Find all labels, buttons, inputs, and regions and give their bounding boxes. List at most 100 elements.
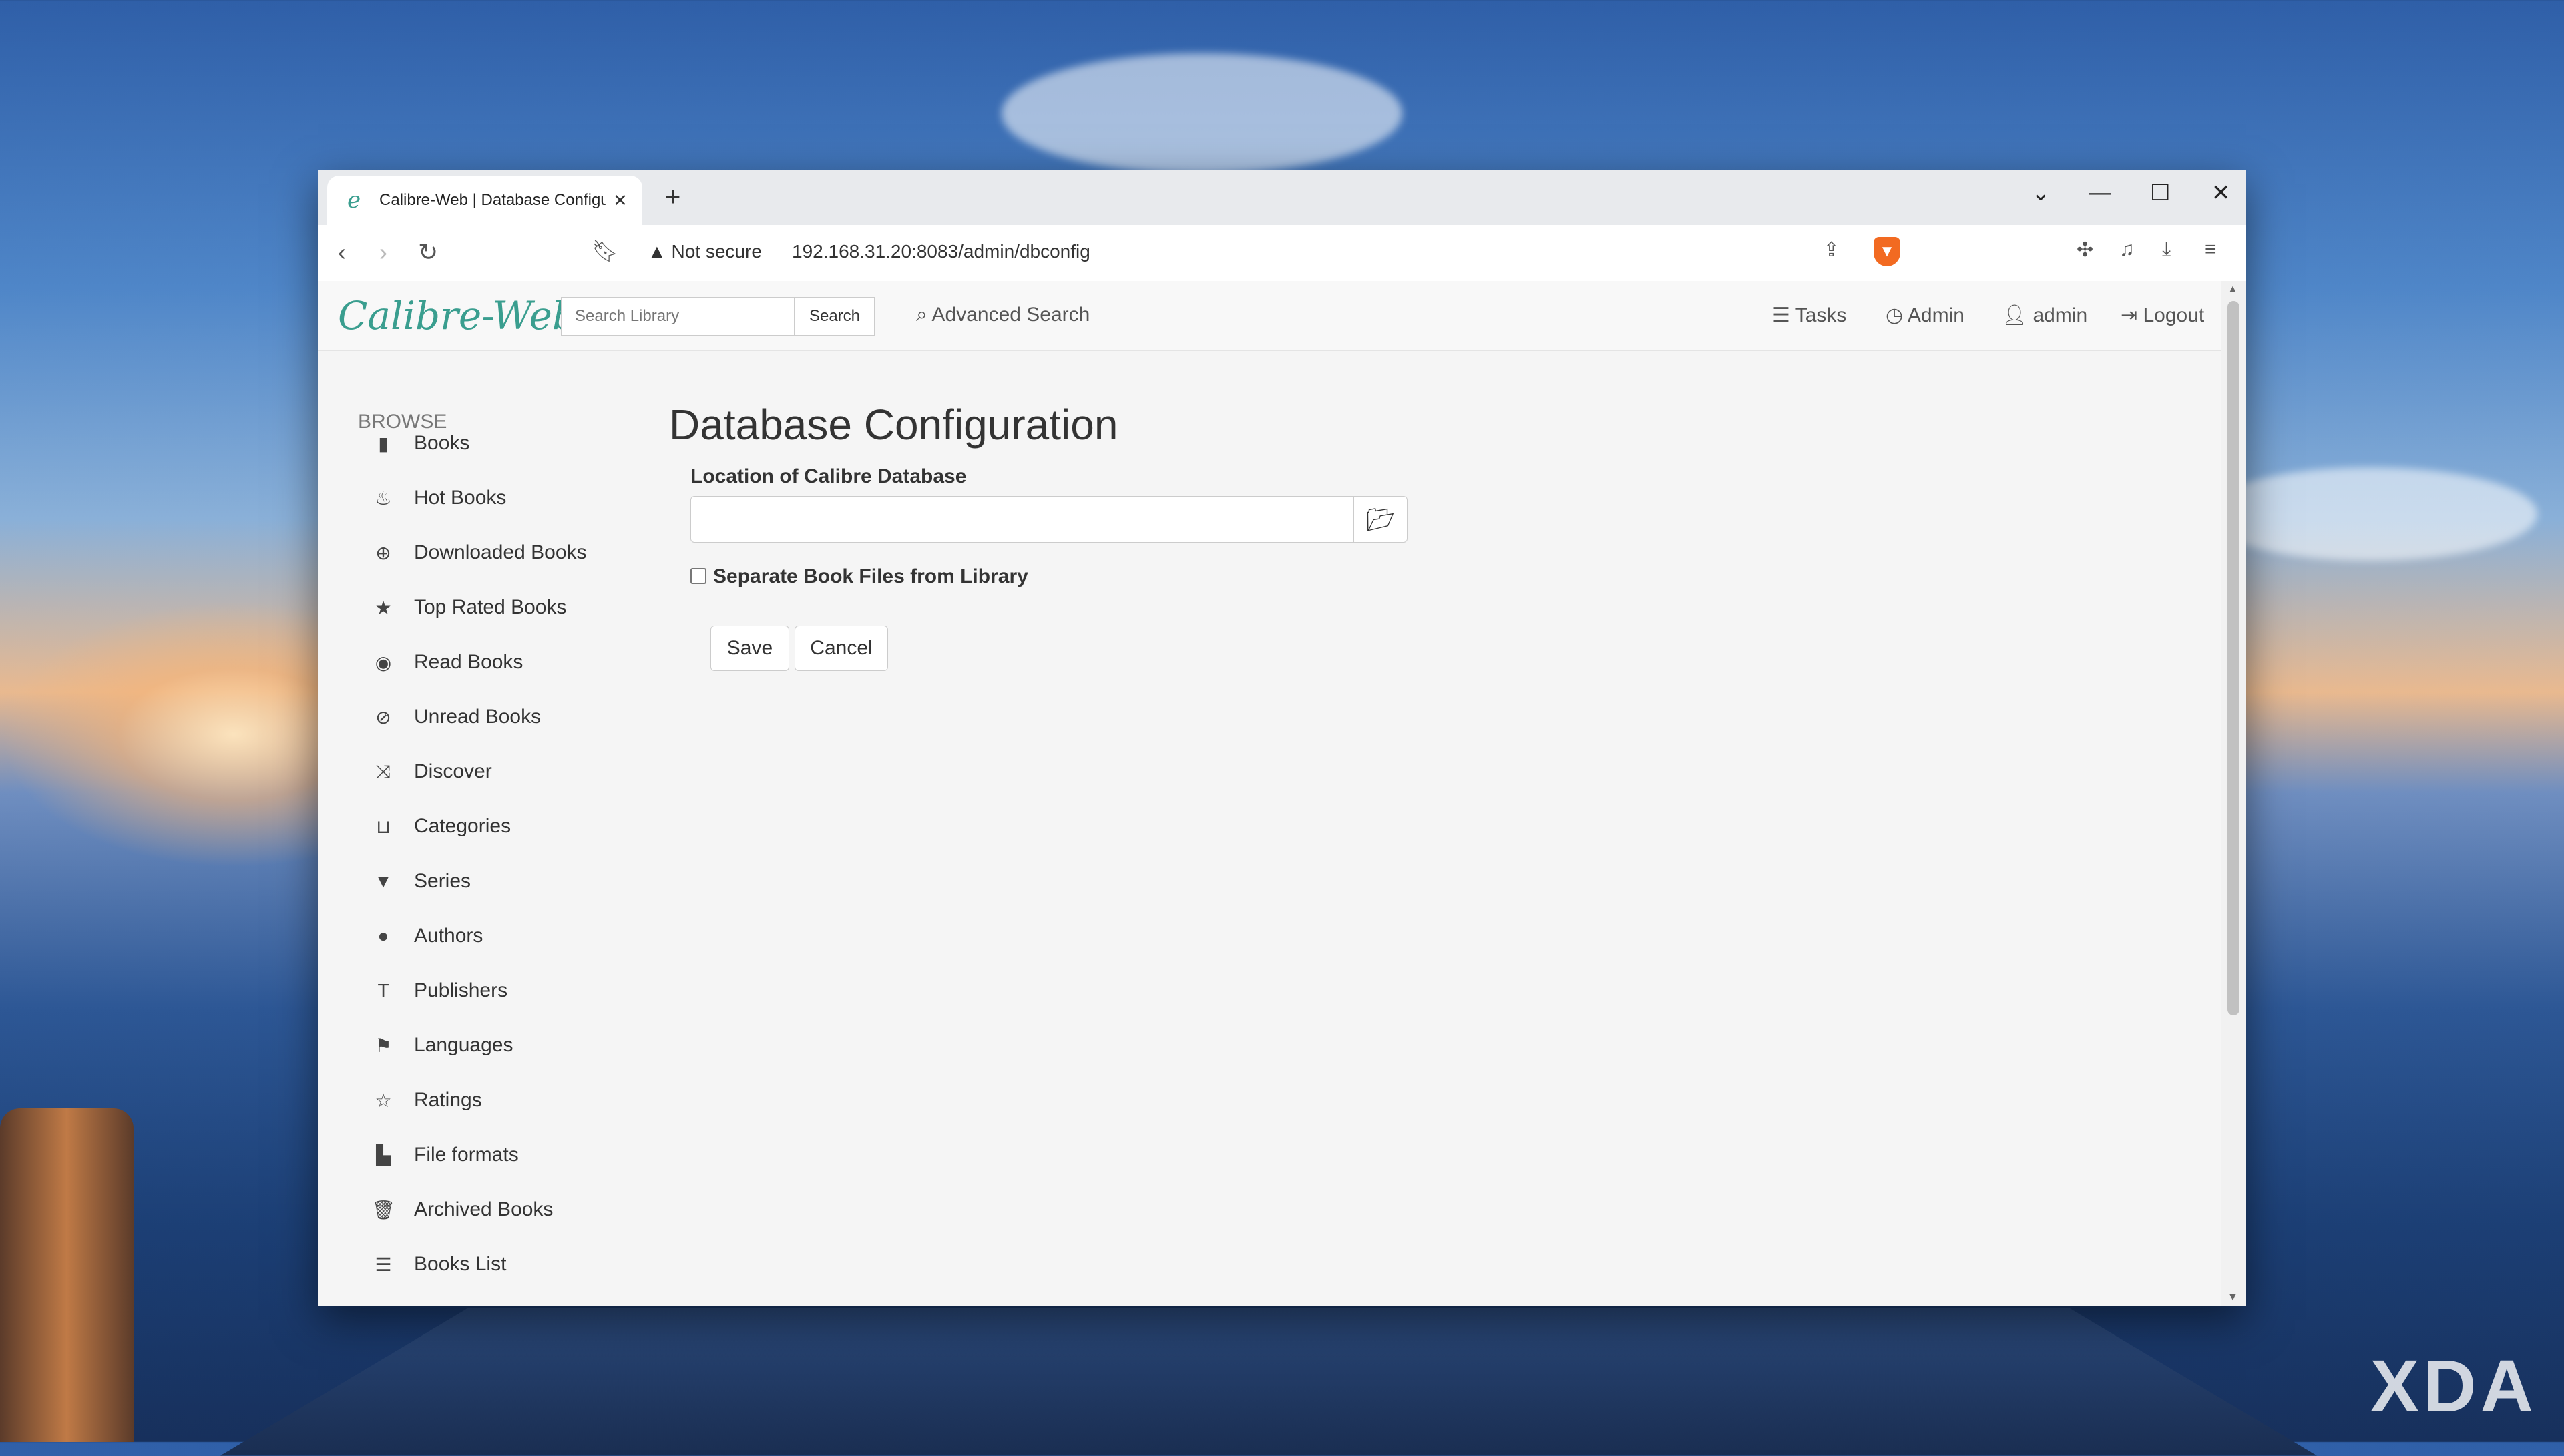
sidebar-item-top-rated-books[interactable]: ★ Top Rated Books xyxy=(371,591,566,624)
media-icon[interactable]: ♫ xyxy=(2119,238,2135,261)
sidebar-item-series[interactable]: ▼ Series xyxy=(371,865,471,898)
reload-icon[interactable]: ↻ xyxy=(418,238,438,266)
sidebar-item-discover[interactable]: ⤨ Discover xyxy=(371,755,492,788)
download-icon: ⊕ xyxy=(371,542,395,564)
bookmark-icon: ▼ xyxy=(371,871,395,892)
sidebar-item-books-list[interactable]: ☰ Books List xyxy=(371,1248,506,1281)
close-window-icon[interactable]: ✕ xyxy=(2211,180,2231,206)
wallpaper-cloud xyxy=(2203,467,2537,561)
user-icon: 👤︎ xyxy=(2002,304,2027,326)
tasks-label: Tasks xyxy=(1795,304,1847,326)
tasks-icon: ☰ xyxy=(1772,304,1790,326)
web-page: Calibre-Web Search ⌕ Advanced Search ☰ T… xyxy=(318,281,2221,1306)
logout-icon: ⇥ xyxy=(2121,304,2137,326)
sidebar-item-categories[interactable]: ⊔ Categories xyxy=(371,810,511,843)
address-bar[interactable]: 192.168.31.20:8083/admin/dbconfig xyxy=(792,241,1090,262)
sidebar-item-unread-books[interactable]: ⊘ Unread Books xyxy=(371,700,541,734)
advanced-search-link[interactable]: ⌕ Advanced Search xyxy=(916,304,1090,326)
not-secure-label: Not secure xyxy=(672,241,762,262)
tab-title: Calibre-Web | Database Configuration xyxy=(379,191,606,210)
admin-link[interactable]: ◷ Admin xyxy=(1886,304,1964,327)
cancel-button[interactable]: Cancel xyxy=(795,626,888,671)
xda-watermark: XDA xyxy=(2370,1344,2537,1429)
search-button[interactable]: Search xyxy=(795,297,875,336)
page-scrollbar[interactable]: ▲ ▼ xyxy=(2221,281,2246,1306)
sidebar-item-label: Downloaded Books xyxy=(414,541,587,564)
search-icon: ⌕ xyxy=(916,304,927,326)
text-size-icon: T xyxy=(371,980,395,1001)
browser-window: e Calibre-Web | Database Configuration ✕… xyxy=(318,170,2246,1306)
user-link[interactable]: 👤︎ admin xyxy=(2002,304,2087,327)
tab-search-chevron-icon[interactable]: ⌄ xyxy=(2031,180,2051,206)
sidebar-item-label: Archived Books xyxy=(414,1198,553,1221)
sidebar-item-ratings[interactable]: ☆ Ratings xyxy=(371,1083,482,1117)
downloads-icon[interactable]: ⤓ xyxy=(2162,238,2171,261)
top-navbar: Calibre-Web Search ⌕ Advanced Search ☰ T… xyxy=(318,281,2221,351)
sidebar-item-languages[interactable]: ⚑ Languages xyxy=(371,1029,513,1062)
sidebar-item-archived-books[interactable]: 🗑︎ Archived Books xyxy=(371,1193,553,1226)
forward-icon[interactable]: › xyxy=(379,238,387,266)
book-icon: ▮ xyxy=(371,433,395,455)
extensions-icon[interactable]: ✣ xyxy=(2077,238,2093,262)
dashboard-icon: ◷ xyxy=(1886,304,1903,326)
logout-label: Logout xyxy=(2143,304,2204,326)
scrollbar-thumb[interactable] xyxy=(2227,301,2239,1015)
search-library-input[interactable] xyxy=(561,297,795,336)
sidebar-item-label: Unread Books xyxy=(414,706,541,728)
sidebar-item-downloaded-books[interactable]: ⊕ Downloaded Books xyxy=(371,536,587,569)
sidebar-item-books[interactable]: ▮ Books xyxy=(371,427,469,460)
sidebar-item-label: Discover xyxy=(414,760,492,783)
user-label: admin xyxy=(2033,304,2087,326)
sidebar-item-label: Books List xyxy=(414,1253,506,1276)
sidebar-item-label: Ratings xyxy=(414,1089,482,1112)
sidebar-item-read-books[interactable]: ◉ Read Books xyxy=(371,646,523,679)
scroll-down-icon[interactable]: ▼ xyxy=(2227,1292,2238,1304)
page-title: Database Configuration xyxy=(669,400,1118,449)
brave-shields-icon[interactable]: ▼ xyxy=(1874,237,1900,266)
eye-icon: ◉ xyxy=(371,652,395,674)
logout-link[interactable]: ⇥ Logout xyxy=(2121,304,2204,327)
sidebar-item-publishers[interactable]: T Publishers xyxy=(371,974,507,1007)
tasks-link[interactable]: ☰ Tasks xyxy=(1772,304,1846,327)
back-icon[interactable]: ‹ xyxy=(338,238,346,266)
flag-icon: ⚑ xyxy=(371,1035,395,1057)
sidebar-item-file-formats[interactable]: ▙ File formats xyxy=(371,1138,519,1172)
sidebar-item-label: File formats xyxy=(414,1144,519,1166)
trash-icon: 🗑︎ xyxy=(371,1199,395,1221)
sidebar-item-label: Categories xyxy=(414,815,511,838)
calibre-web-logo[interactable]: Calibre-Web xyxy=(338,293,577,338)
random-icon: ⤨ xyxy=(371,761,395,783)
sidebar-item-label: Books xyxy=(414,432,469,455)
eye-slash-icon: ⊘ xyxy=(371,706,395,728)
share-icon[interactable]: ⇪ xyxy=(1823,238,1840,262)
new-tab-icon[interactable]: + xyxy=(665,182,680,212)
wallpaper-cloud xyxy=(1002,53,1402,174)
sidebar-item-label: Publishers xyxy=(414,979,507,1002)
sidebar-item-label: Series xyxy=(414,870,471,893)
browse-folder-button[interactable]: 📂︎ xyxy=(1354,496,1408,543)
sidebar-item-label: Languages xyxy=(414,1034,513,1057)
tab-calibre-web[interactable]: e Calibre-Web | Database Configuration ✕ xyxy=(327,176,642,225)
inbox-icon: ⊔ xyxy=(371,816,395,838)
minimize-icon[interactable]: — xyxy=(2089,180,2111,206)
warning-icon: ▲ xyxy=(648,241,666,262)
save-button[interactable]: Save xyxy=(710,626,789,671)
separate-files-checkbox[interactable] xyxy=(690,568,706,584)
list-icon: ☰ xyxy=(371,1254,395,1276)
wallpaper-dock xyxy=(220,1308,2317,1455)
tab-close-icon[interactable]: ✕ xyxy=(613,190,628,211)
file-icon: ▙ xyxy=(371,1144,395,1166)
sidebar-item-label: Authors xyxy=(414,925,483,947)
security-indicator[interactable]: ▲ Not secure xyxy=(648,241,762,262)
maximize-icon[interactable]: ☐ xyxy=(2150,180,2170,206)
sidebar-item-authors[interactable]: ● Authors xyxy=(371,919,483,953)
scroll-up-icon[interactable]: ▲ xyxy=(2227,284,2238,296)
calibre-favicon-icon: e xyxy=(347,187,367,214)
tab-bar: e Calibre-Web | Database Configuration ✕… xyxy=(318,170,2246,225)
sidebar-item-hot-books[interactable]: ♨ Hot Books xyxy=(371,481,506,515)
bookmark-page-icon[interactable]: 🔖︎ xyxy=(592,238,619,264)
db-location-input[interactable] xyxy=(690,496,1354,543)
menu-icon[interactable]: ≡ xyxy=(2205,238,2217,261)
star-empty-icon: ☆ xyxy=(371,1089,395,1112)
wallpaper-dock-post xyxy=(0,1108,134,1442)
